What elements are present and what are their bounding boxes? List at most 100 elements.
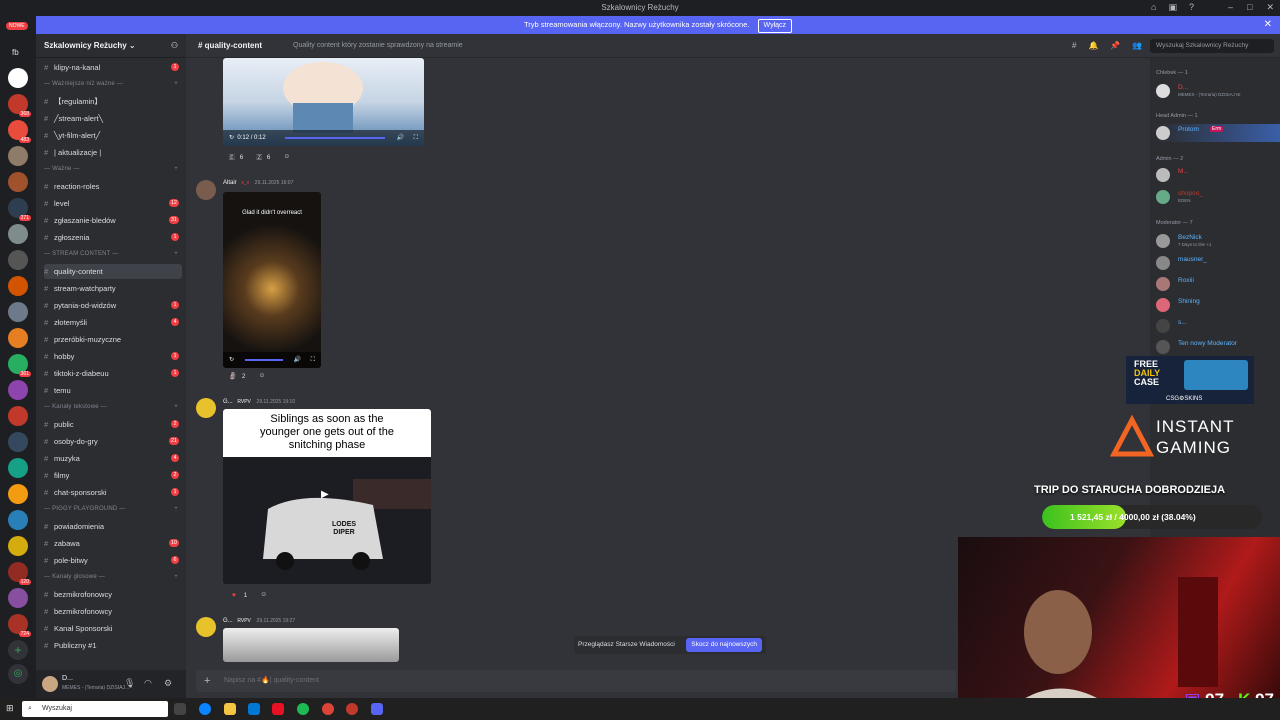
headphones-icon[interactable]: ◠ (144, 678, 152, 689)
channel-category[interactable]: — Ważne — + (44, 166, 182, 172)
channel-item[interactable]: # level 12 (44, 196, 182, 211)
server-icon[interactable]: 368 (8, 94, 31, 117)
channel-item[interactable]: # przeróbki-muzyczne (44, 332, 182, 347)
channel-item[interactable]: # Publiczny #1 (44, 638, 182, 653)
author-name[interactable]: G... (223, 618, 233, 624)
video-progress[interactable] (285, 137, 385, 139)
reaction-chip[interactable]: 🇪 6 (226, 152, 249, 163)
channel-item[interactable]: # zgłoszenia 1 (44, 230, 182, 245)
edge-icon[interactable] (199, 703, 211, 715)
add-channel-icon[interactable]: + (174, 574, 178, 580)
add-channel-icon[interactable]: + (174, 166, 178, 172)
video-attachment[interactable]: Glad it didn't overreact ↻ 🔊 ⛶ (223, 192, 321, 368)
channel-item[interactable]: # bezmikrofonowcy (44, 604, 182, 619)
chrome-icon[interactable] (322, 703, 334, 715)
channel-item[interactable]: # zabawa 10 (44, 536, 182, 551)
channel-item[interactable]: # zgłaszanie-bledów 31 (44, 213, 182, 228)
channel-item[interactable]: # Kanał Sponsorski (44, 621, 182, 636)
channel-item[interactable]: # stream-watchparty (44, 281, 182, 296)
add-channel-icon[interactable]: + (174, 404, 178, 410)
channel-item[interactable]: # klipy-na-kanal 1 (44, 60, 182, 75)
server-icon[interactable] (8, 536, 28, 556)
invite-icon[interactable]: ⚇ (171, 34, 178, 58)
add-channel-icon[interactable]: + (174, 251, 178, 257)
member-item[interactable]: BezNick 7 Days to Die +1 (1156, 232, 1276, 250)
message-input[interactable]: + Napisz na #🔥| quality-content (196, 670, 956, 692)
guild-header[interactable]: Szkalownicy Reżuchy ⌄ ⚇ (36, 34, 186, 58)
add-server-icon[interactable]: + (8, 640, 28, 660)
video-attachment[interactable]: ↻ 0:12 / 0:12 🔊 ⛶ (223, 58, 424, 146)
channel-category[interactable]: — STREAM CONTENT — + (44, 251, 182, 257)
server-icon[interactable]: 120 (8, 562, 31, 585)
video-controls[interactable]: ↻ 🔊 ⛶ (223, 352, 321, 368)
obs-icon[interactable] (346, 703, 358, 715)
channel-item[interactable]: # hobby 1 (44, 349, 182, 364)
video-progress[interactable] (245, 359, 283, 361)
member-item[interactable]: M... (1156, 166, 1276, 184)
office-icon[interactable] (272, 703, 284, 715)
avatar[interactable] (196, 617, 216, 637)
image-attachment[interactable] (223, 628, 399, 662)
server-icon[interactable]: 724 (8, 614, 31, 637)
author-name[interactable]: Altair (223, 180, 237, 186)
channel-category[interactable]: — PIGGY PLAYGROUND — + (44, 506, 182, 512)
add-reaction-icon[interactable]: ☺ (257, 590, 270, 601)
server-icon[interactable] (8, 172, 28, 192)
server-icon[interactable] (8, 276, 28, 296)
channel-item[interactable]: # filmy 2 (44, 468, 182, 483)
channel-item[interactable]: # quality-content (44, 264, 182, 279)
server-icon[interactable]: 361 (8, 354, 31, 377)
channel-item[interactable]: # muzyka 4 (44, 451, 182, 466)
channel-item[interactable]: # złotemyśli 4 (44, 315, 182, 330)
channel-category[interactable]: — Kanały tekstowe — + (44, 404, 182, 410)
server-icon[interactable] (8, 406, 28, 426)
task-view-icon[interactable] (174, 703, 186, 715)
member-item[interactable]: Ten nowy Moderator (1156, 338, 1276, 356)
member-item[interactable]: Protom Erm (1156, 124, 1280, 142)
store-icon[interactable] (248, 703, 260, 715)
add-channel-icon[interactable]: + (174, 506, 178, 512)
server-icon[interactable] (8, 250, 28, 270)
taskbar-search[interactable]: ⌕ Wyszukaj (22, 701, 168, 717)
channel-item[interactable]: # ╲yt-film-alert╱ (44, 128, 182, 143)
server-icon[interactable] (8, 328, 28, 348)
channel-item[interactable]: # powiadomienia (44, 519, 182, 534)
add-reaction-icon[interactable]: ☺ (280, 152, 293, 163)
members-icon[interactable]: 👥 (1132, 34, 1142, 58)
help-icon[interactable]: ? (1189, 2, 1194, 13)
member-item[interactable]: s... (1156, 317, 1276, 335)
banner-close-icon[interactable]: ✕ (1264, 16, 1272, 34)
server-icon[interactable] (8, 224, 28, 244)
channel-item[interactable]: # reaction-roles (44, 179, 182, 194)
server-icon[interactable] (8, 302, 28, 322)
author-name[interactable]: G... (223, 399, 233, 405)
avatar[interactable] (196, 180, 216, 200)
volume-icon[interactable]: 🔊 (397, 130, 404, 146)
channel-item[interactable]: # 【regulamin】 (44, 94, 182, 109)
server-fb-label[interactable]: fb (12, 48, 19, 57)
member-item[interactable]: mausner_ (1156, 254, 1276, 272)
minimize-icon[interactable]: – (1228, 2, 1233, 13)
explore-icon[interactable]: ◎ (8, 664, 28, 684)
channel-item[interactable]: # temu (44, 383, 182, 398)
channel-item[interactable]: # osoby-do-gry 21 (44, 434, 182, 449)
pin-icon[interactable]: 📌 (1110, 34, 1120, 58)
channel-item[interactable]: # bezmikrofonowcy (44, 587, 182, 602)
fullscreen-icon[interactable]: ⛶ (311, 352, 315, 368)
screen-icon[interactable]: ▣ (1168, 2, 1177, 13)
server-icon[interactable] (8, 458, 28, 478)
bell-icon[interactable]: 🔔 (1088, 34, 1098, 58)
video-controls[interactable]: ↻ 0:12 / 0:12 🔊 ⛶ (223, 130, 424, 146)
member-item[interactable]: Roxiii (1156, 275, 1276, 293)
reaction-chip[interactable]: 🗿 2 (226, 371, 252, 382)
server-icon[interactable] (8, 432, 28, 452)
inbox-icon[interactable]: ⌂ (1151, 2, 1156, 13)
reaction-chip[interactable]: ♥ 1 (226, 590, 253, 601)
close-window-icon[interactable]: ✕ (1266, 2, 1274, 13)
add-reaction-icon[interactable]: ☺ (256, 371, 269, 382)
server-icon[interactable] (8, 146, 28, 166)
member-item[interactable]: shopoo_ EDEN (1156, 188, 1276, 206)
channel-item[interactable]: # ╱stream-alert╲ (44, 111, 182, 126)
channel-category[interactable]: — Kanały głosowe — + (44, 574, 182, 580)
explorer-icon[interactable] (224, 703, 236, 715)
